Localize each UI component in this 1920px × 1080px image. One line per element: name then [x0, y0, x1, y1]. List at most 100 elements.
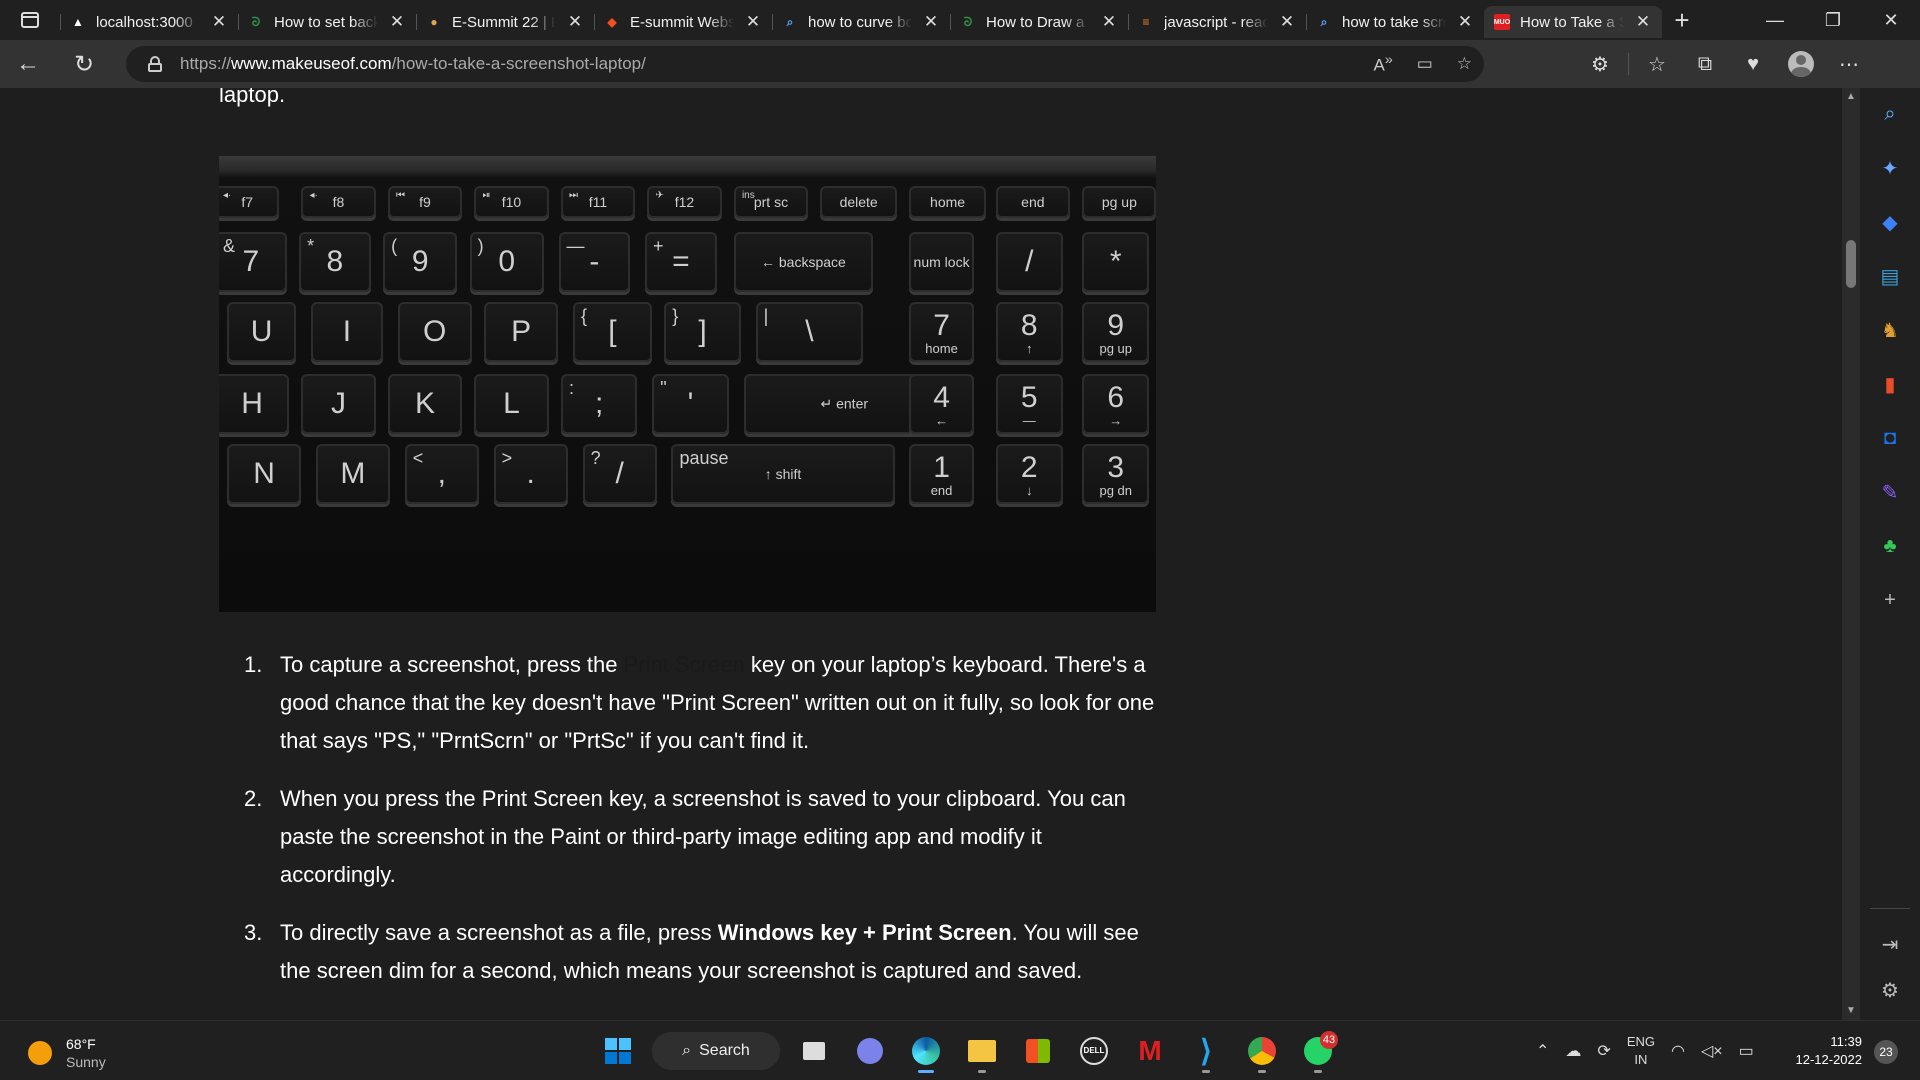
scrollbar-thumb[interactable] [1846, 240, 1856, 288]
taskbar-search[interactable]: ⌕ Search [652, 1032, 780, 1070]
hide-sidebar-icon[interactable]: ⇥ [1872, 926, 1908, 962]
office-icon[interactable]: ▮ [1872, 366, 1908, 402]
vertical-scrollbar[interactable]: ▲ ▼ [1842, 88, 1860, 1020]
key-label: L [503, 387, 520, 420]
close-tab-icon[interactable]: ✕ [1456, 12, 1474, 32]
whatsapp-button[interactable]: 43 [1296, 1029, 1340, 1073]
url-text[interactable]: https://www.makeuseof.com/how-to-take-a-… [180, 54, 646, 74]
key-label: H [241, 387, 263, 420]
add-sidebar-app-icon[interactable]: + [1872, 582, 1908, 618]
minimize-button[interactable]: — [1746, 0, 1804, 40]
tab[interactable]: ▲ localhost:3000 ✕ [60, 6, 238, 38]
close-tab-icon[interactable]: ✕ [1100, 12, 1118, 32]
mcafee-button[interactable]: M [1128, 1029, 1172, 1073]
close-tab-icon[interactable]: ✕ [566, 12, 584, 32]
favorites-icon[interactable]: ☆ [1633, 40, 1681, 88]
close-tab-icon[interactable]: ✕ [388, 12, 406, 32]
games-icon[interactable]: ♞ [1872, 312, 1908, 348]
tab[interactable]: ● E-Summit 22 | IIT ✕ [416, 6, 594, 38]
add-favorite-icon[interactable]: ☆ [1457, 54, 1472, 74]
key-label: * [1109, 245, 1122, 278]
drop-icon[interactable]: ✎ [1872, 474, 1908, 510]
keyboard-key: - — [558, 232, 631, 292]
task-view-button[interactable] [792, 1029, 836, 1073]
key-shift-label: * [307, 236, 315, 256]
volume-icon[interactable]: ◁× [1701, 1041, 1723, 1061]
immersive-reader-icon[interactable]: ▭ [1417, 54, 1433, 74]
tools-icon[interactable]: ▤ [1872, 258, 1908, 294]
close-tab-icon[interactable]: ✕ [922, 12, 940, 32]
tree-icon[interactable]: ♣ [1872, 528, 1908, 564]
browser-essentials-icon[interactable]: ♥ [1729, 40, 1777, 88]
key-sub-label: pg up [1099, 341, 1133, 356]
keyboard-key: \ | [755, 302, 864, 362]
chat-icon [857, 1038, 883, 1064]
weather-widget[interactable]: 68°F Sunny [28, 1035, 106, 1071]
keyboard-key: * [1082, 232, 1150, 292]
collections-icon[interactable]: ⧉ [1681, 40, 1729, 88]
address-bar[interactable]: https://www.makeuseof.com/how-to-take-a-… [126, 46, 1484, 82]
close-tab-icon[interactable]: ✕ [1278, 12, 1296, 32]
tab[interactable]: MUO How to Take a Screenshot ✕ [1484, 6, 1662, 38]
dell-button[interactable]: DELL [1072, 1029, 1116, 1073]
copilot-icon[interactable]: ✦ [1872, 150, 1908, 186]
vscode-button[interactable]: ⟩ [1184, 1029, 1228, 1073]
clock[interactable]: 11:39 12-12-2022 [1776, 1033, 1863, 1069]
refresh-button[interactable]: ↻ [56, 40, 112, 88]
close-tab-icon[interactable]: ✕ [210, 12, 228, 32]
back-button[interactable]: ← [0, 40, 56, 88]
key-label: P [511, 315, 532, 348]
shopping-tag-icon[interactable]: ◆ [1872, 204, 1908, 240]
tab[interactable]: ᘐ How to set background ✕ [238, 6, 416, 38]
key-shift-label: ins [741, 190, 755, 201]
file-explorer-button[interactable] [960, 1029, 1004, 1073]
lock-icon[interactable] [148, 56, 162, 72]
profile-button[interactable] [1777, 40, 1825, 88]
keyboard-key: P [484, 302, 559, 362]
close-tab-icon[interactable]: ✕ [1634, 12, 1652, 32]
restore-button[interactable]: ❐ [1804, 0, 1862, 40]
battery-icon[interactable]: ▭ [1739, 1041, 1754, 1061]
sync-icon[interactable]: ⟳ [1597, 1041, 1610, 1061]
extensions-icon[interactable]: ⚙ [1576, 40, 1624, 88]
start-button[interactable] [596, 1029, 640, 1073]
weather-temp: 68°F [66, 1036, 96, 1052]
notification-count[interactable]: 23 [1874, 1040, 1898, 1064]
onedrive-icon[interactable]: ☁ [1565, 1041, 1581, 1061]
store-button[interactable] [1016, 1029, 1060, 1073]
tab[interactable]: ⌕ how to curve border ✕ [772, 6, 950, 38]
key-label: home [930, 194, 966, 210]
tab[interactable]: ᘐ How to Draw a Curve ✕ [950, 6, 1128, 38]
wifi-icon[interactable]: ◠ [1671, 1041, 1685, 1061]
outlook-icon[interactable]: ◘ [1872, 420, 1908, 456]
tab[interactable]: ⌕ how to take screenshot ✕ [1306, 6, 1484, 38]
dell-icon: DELL [1080, 1037, 1108, 1065]
keyboard-key: f11 ⏭ [560, 186, 636, 218]
tab[interactable]: ◆ E-summit Website ✕ [594, 6, 772, 38]
keyboard-key: / [995, 232, 1063, 292]
tray-overflow-icon[interactable]: ⌃ [1536, 1041, 1549, 1061]
weather-text: 68°F Sunny [66, 1035, 106, 1071]
keyboard-key: ↑ shift pause [671, 444, 895, 504]
keyboard-key: 8 ↑ [995, 302, 1063, 362]
search-icon[interactable]: ⌕ [1872, 96, 1908, 132]
close-tab-icon[interactable]: ✕ [744, 12, 762, 32]
scroll-up-icon[interactable]: ▲ [1842, 88, 1860, 106]
url-host: www.makeuseof.com [231, 54, 392, 73]
key-sub-label: ↑ [1026, 341, 1033, 356]
edge-taskbar-button[interactable] [904, 1029, 948, 1073]
sidebar-settings-icon[interactable]: ⚙ [1872, 972, 1908, 1008]
gfg-icon: ᘐ [963, 14, 973, 29]
tab-actions-button[interactable] [0, 0, 60, 40]
tab[interactable]: ≡ javascript - react ✕ [1128, 6, 1306, 38]
scroll-down-icon[interactable]: ▼ [1842, 1002, 1860, 1020]
close-window-button[interactable]: ✕ [1862, 0, 1920, 40]
settings-more-icon[interactable]: ⋯ [1825, 40, 1873, 88]
teams-chat-button[interactable] [848, 1029, 892, 1073]
chrome-button[interactable] [1240, 1029, 1284, 1073]
new-tab-button[interactable]: + [1662, 0, 1702, 40]
language-indicator[interactable]: ENG IN [1627, 1033, 1655, 1069]
edge-icon [912, 1037, 940, 1065]
read-aloud-icon[interactable]: A» [1373, 52, 1392, 76]
key-shift-label: ⏮ [395, 190, 405, 201]
